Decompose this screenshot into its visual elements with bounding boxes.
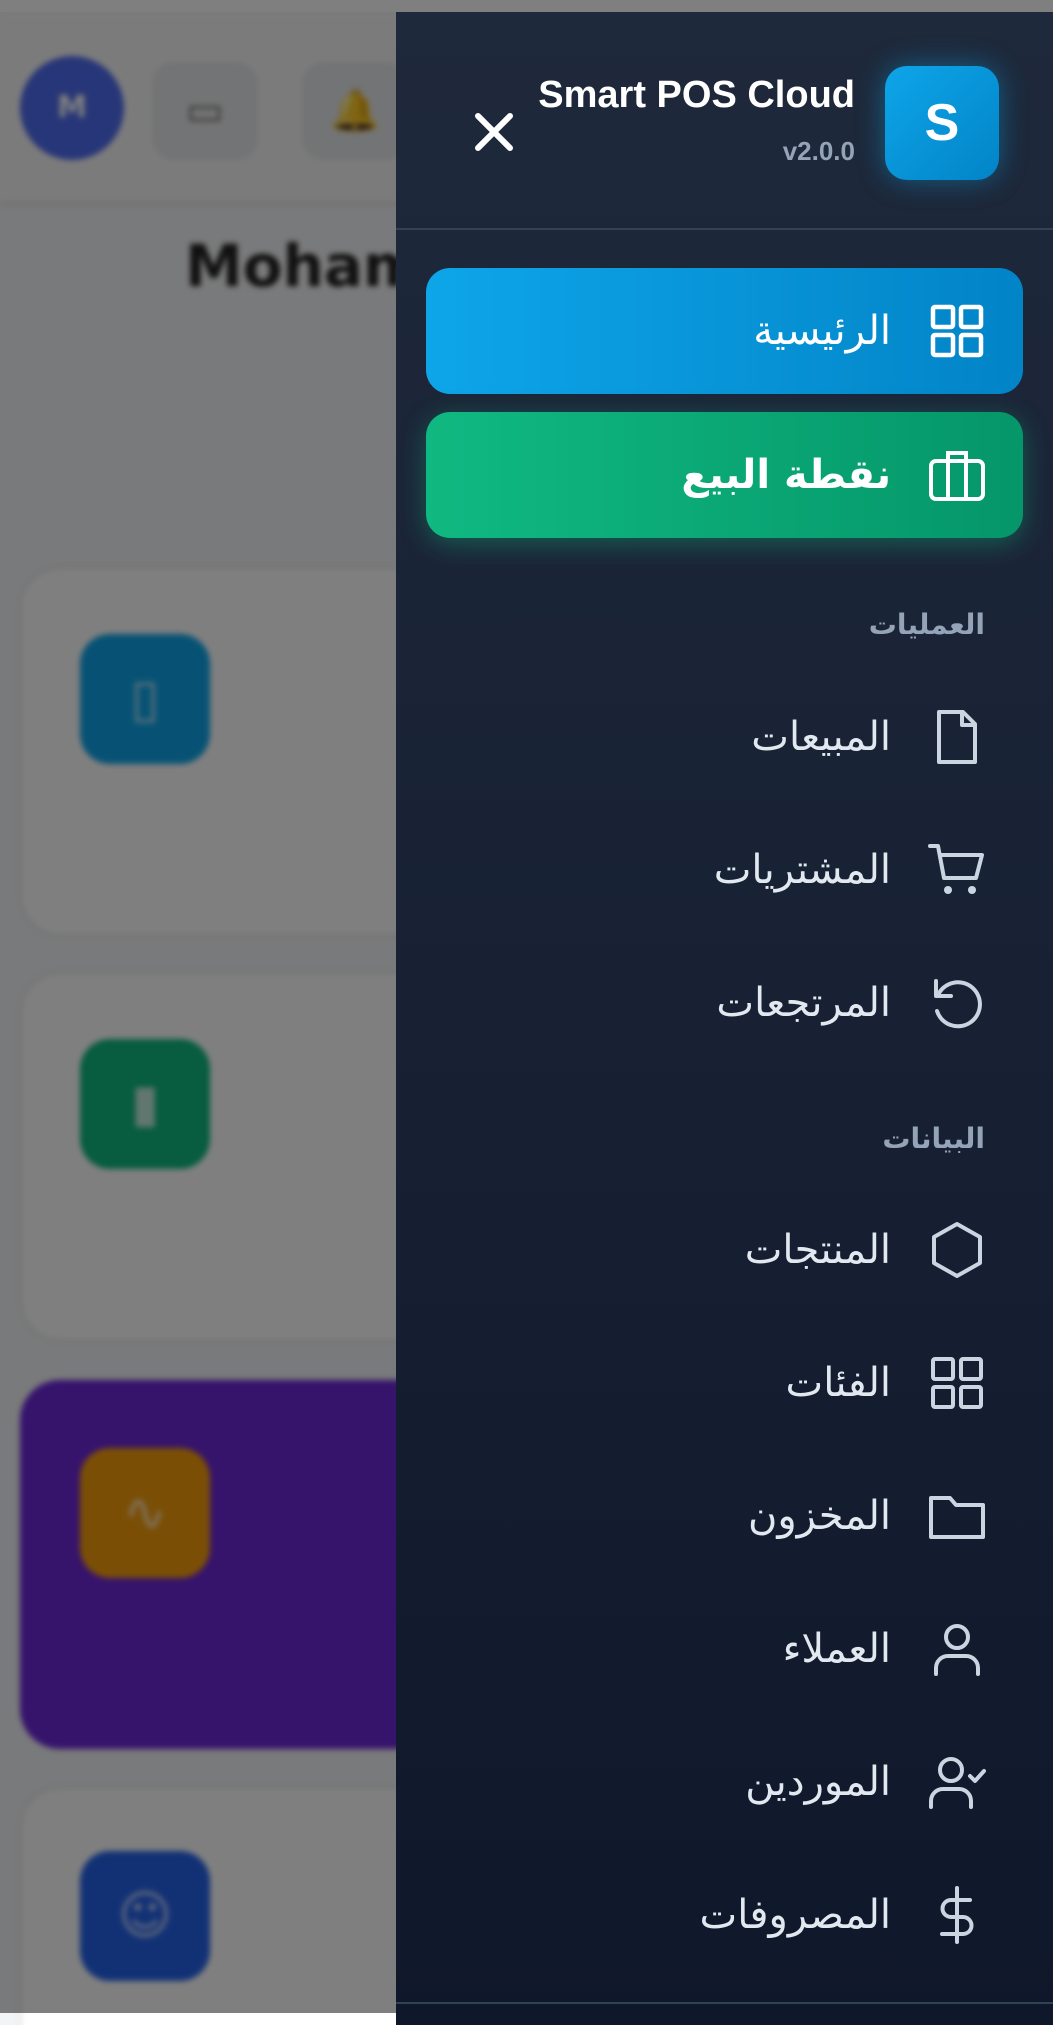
menu-item-products[interactable]: المنتجات <box>426 1195 1023 1305</box>
hexagon-icon <box>932 1222 982 1278</box>
app-title: Smart POS Cloud <box>538 74 855 116</box>
user-check-icon <box>929 1757 986 1809</box>
menu-item-customers-label: العملاء <box>782 1626 891 1672</box>
drawer-footer-divider <box>396 2002 1053 2004</box>
menu-item-products-label: المنتجات <box>744 1227 891 1273</box>
dollar-icon <box>940 1886 974 1944</box>
menu-item-sales[interactable]: المبيعات <box>426 682 1023 792</box>
close-drawer-button[interactable] <box>462 100 526 164</box>
menu-item-purchases-label: المشتريات <box>713 847 891 893</box>
close-icon <box>475 113 513 151</box>
folder-icon <box>929 1496 985 1539</box>
grid-icon <box>931 1357 983 1409</box>
drawer-header: S Smart POS Cloud v2.0.0 <box>396 12 1053 230</box>
menu-item-purchases[interactable]: المشتريات <box>426 815 1023 925</box>
section-title-data: البيانات <box>882 1122 985 1155</box>
app-logo: S <box>885 66 999 180</box>
briefcase-icon <box>929 451 985 501</box>
user-icon <box>934 1624 980 1676</box>
menu-item-returns[interactable]: المرتجعات <box>426 948 1023 1058</box>
menu-item-customers[interactable]: العملاء <box>426 1594 1023 1704</box>
menu-item-expenses-label: المصروفات <box>699 1892 891 1938</box>
menu-item-categories-label: الفئات <box>785 1360 891 1406</box>
menu-item-sales-label: المبيعات <box>751 714 891 760</box>
nav-pos-button[interactable]: نقطة البيع <box>426 412 1023 538</box>
app-version: v2.0.0 <box>782 136 855 166</box>
nav-home-button[interactable]: الرئيسية <box>426 268 1023 394</box>
file-icon <box>937 710 977 764</box>
menu-item-returns-label: المرتجعات <box>716 980 891 1026</box>
cart-icon <box>928 844 984 894</box>
navigation-drawer: S Smart POS Cloud v2.0.0 الرئيسية نقطة ا… <box>396 12 1053 2025</box>
menu-item-suppliers[interactable]: الموردين <box>426 1727 1023 1837</box>
nav-pos-label: نقطة البيع <box>681 452 891 498</box>
rotate-ccw-icon <box>934 979 982 1029</box>
nav-home-label: الرئيسية <box>753 308 891 354</box>
menu-item-suppliers-label: الموردين <box>745 1759 891 1805</box>
menu-item-categories[interactable]: الفئات <box>426 1328 1023 1438</box>
menu-item-inventory-label: المخزون <box>747 1493 891 1539</box>
section-title-operations: العمليات <box>868 608 985 641</box>
menu-item-expenses[interactable]: المصروفات <box>426 1860 1023 1970</box>
menu-item-inventory[interactable]: المخزون <box>426 1461 1023 1571</box>
grid-icon <box>930 304 984 358</box>
